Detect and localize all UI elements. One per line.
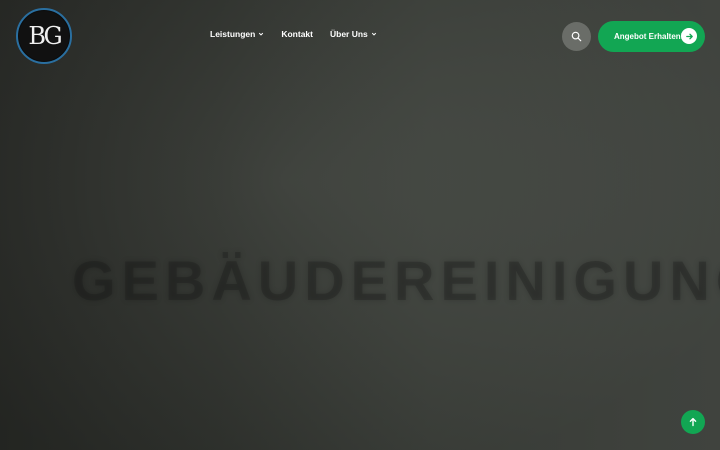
nav-item-kontakt[interactable]: Kontakt: [281, 29, 313, 39]
site-logo[interactable]: BG: [16, 8, 72, 64]
search-button[interactable]: [562, 22, 591, 51]
get-quote-label: Angebot Erhalten!: [614, 32, 684, 41]
hero-title: GEBÄUDEREINIGUNG: [72, 249, 720, 312]
arrow-right-icon: [681, 28, 697, 44]
nav-item-label: Über Uns: [329, 29, 368, 39]
nav-item-ueber-uns[interactable]: Über Uns: [330, 29, 377, 39]
arrow-up-icon: [689, 417, 697, 427]
logo-text: BG: [28, 22, 62, 50]
chevron-down-icon: [259, 32, 264, 36]
get-quote-button[interactable]: Angebot Erhalten!: [598, 21, 705, 52]
nav-item-label: Kontakt: [281, 29, 313, 39]
search-icon: [571, 31, 582, 42]
nav-item-leistungen[interactable]: Leistungen: [210, 29, 264, 39]
chevron-down-icon: [371, 32, 376, 36]
main-nav: Leistungen Kontakt Über Uns: [210, 29, 377, 39]
scroll-to-top-button[interactable]: [681, 410, 705, 434]
site-header: BG Leistungen Kontakt Über Uns Angebot E…: [0, 0, 720, 72]
nav-item-label: Leistungen: [210, 29, 256, 39]
